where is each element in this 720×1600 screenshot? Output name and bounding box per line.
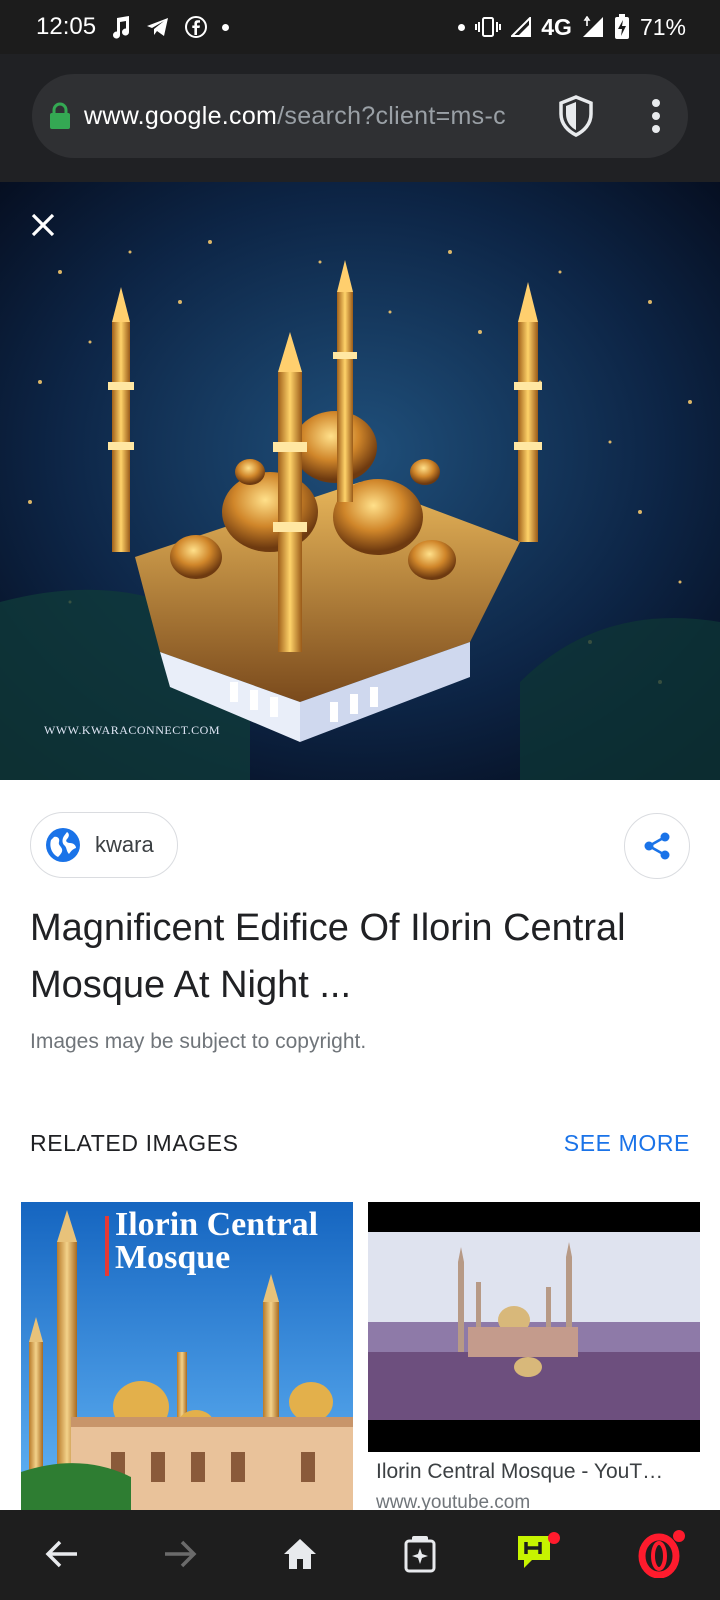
vibrate-icon xyxy=(475,16,502,38)
title-accent-bar xyxy=(105,1216,109,1276)
url-path: /search?client=ms-c xyxy=(277,101,506,130)
share-button[interactable] xyxy=(624,813,690,879)
home-icon[interactable] xyxy=(274,1528,326,1580)
network-type: 4G xyxy=(541,13,572,40)
bottom-navigation xyxy=(0,1510,720,1600)
browser-toolbar: www.google.com/search?client=ms-c xyxy=(0,54,720,182)
tabs-icon[interactable] xyxy=(394,1528,446,1580)
hero-image[interactable]: WWW.KWARACONNECT.COM xyxy=(0,182,720,780)
signal-icon xyxy=(511,17,532,37)
opera-icon[interactable] xyxy=(636,1528,688,1580)
see-more-link[interactable]: SEE MORE xyxy=(564,1130,690,1157)
shield-icon[interactable] xyxy=(552,92,600,140)
source-chip[interactable]: kwara xyxy=(30,812,178,878)
source-label: kwara xyxy=(95,832,154,857)
status-dot xyxy=(458,23,466,31)
globe-icon xyxy=(45,827,81,863)
related-image-2[interactable] xyxy=(368,1202,700,1452)
battery-percent: 71% xyxy=(639,13,686,40)
facebook-icon xyxy=(184,15,208,39)
hype-icon[interactable] xyxy=(512,1528,564,1580)
back-arrow-icon[interactable] xyxy=(36,1528,88,1580)
share-icon xyxy=(641,830,673,862)
related-image-2-caption[interactable]: Ilorin Central Mosque - YouT… xyxy=(376,1460,694,1484)
lock-icon[interactable] xyxy=(48,102,72,130)
related-image-1[interactable]: Ilorin Central Mosque xyxy=(21,1202,353,1510)
notification-dot xyxy=(222,23,230,31)
mosque-night-illustration xyxy=(0,182,720,780)
url-text[interactable]: www.google.com/search?client=ms-c xyxy=(84,102,554,131)
telegram-icon xyxy=(146,16,170,38)
status-bar: 12:05 4G 71% xyxy=(0,0,720,54)
status-time: 12:05 xyxy=(36,13,97,40)
music-note-icon xyxy=(110,15,132,39)
forward-arrow-icon[interactable] xyxy=(154,1528,206,1580)
more-vert-icon[interactable] xyxy=(636,92,676,140)
image-watermark: WWW.KWARACONNECT.COM xyxy=(44,723,220,737)
address-bar[interactable]: www.google.com/search?client=ms-c xyxy=(32,74,688,158)
signal-strength-icon xyxy=(582,16,604,38)
mosque-video-thumbnail xyxy=(368,1202,700,1452)
image-title[interactable]: Magnificent Edifice Of Ilorin Central Mo… xyxy=(30,900,680,1014)
related-images-header: RELATED IMAGES xyxy=(30,1130,239,1156)
close-icon[interactable] xyxy=(22,204,64,246)
url-host: www.google.com xyxy=(84,101,278,130)
related-image-1-overlay-title: Ilorin Central Mosque xyxy=(115,1206,319,1276)
copyright-note: Images may be subject to copyright. xyxy=(30,1030,367,1053)
battery-charging-icon xyxy=(614,14,630,40)
